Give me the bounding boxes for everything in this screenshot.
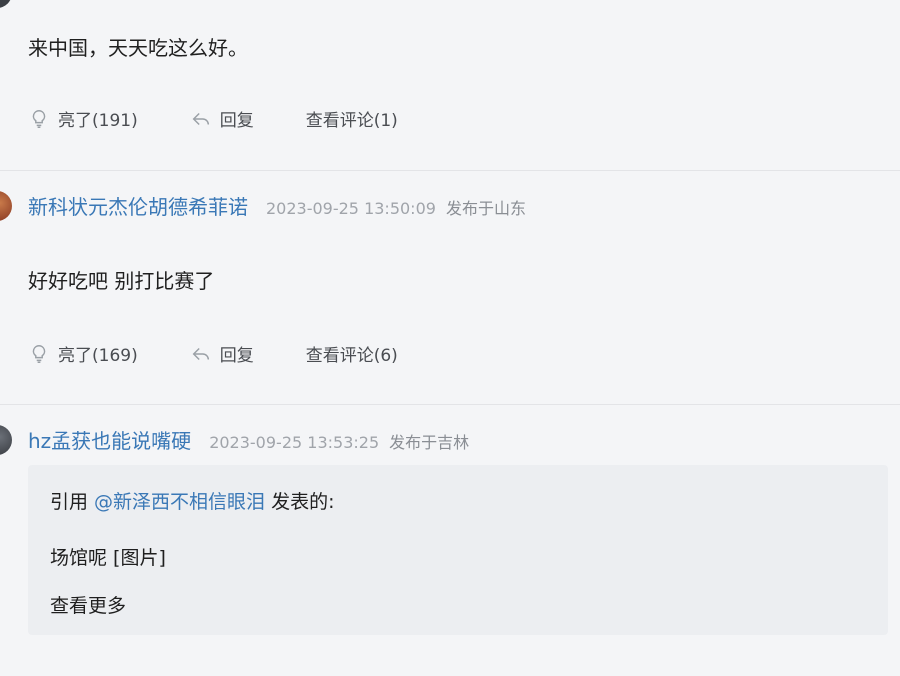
quote-suffix: 发表的: (265, 491, 335, 513)
comment-post-3: hz孟获也能说嘴硬 2023-09-25 13:53:25 发布于吉林 引用 @新… (0, 405, 900, 676)
like-label: 亮了(169) (58, 346, 138, 366)
post-meta: 2023-09-25 13:53:25 发布于吉林 (209, 429, 469, 453)
lightbulb-icon (32, 109, 46, 128)
quote-block: 引用 @新泽西不相信眼泪 发表的: 场馆呢 [图片] 查看更多 (28, 465, 888, 635)
username-link[interactable]: hz孟获也能说嘴硬 (28, 425, 191, 454)
username-link[interactable]: 新科状元杰伦胡德希菲诺 (28, 191, 248, 220)
like-button[interactable]: 亮了(191) (28, 106, 138, 131)
view-more-link[interactable]: 查看更多 (50, 591, 126, 618)
quote-prefix: 引用 (50, 491, 95, 513)
user-line: 新科状元杰伦胡德希菲诺 2023-09-25 13:50:09 发布于山东 (28, 191, 526, 220)
timestamp: 2023-09-25 13:53:25 (209, 433, 380, 452)
reply-label: 回复 (219, 111, 254, 131)
reply-arrow-icon (192, 347, 209, 360)
location: 发布于山东 (445, 199, 526, 218)
view-comments-label: 查看评论(6) (305, 346, 398, 366)
quote-content: 场馆呢 [图片] (50, 547, 166, 569)
reply-button[interactable]: 回复 (190, 106, 254, 131)
avatar[interactable] (0, 0, 12, 8)
view-comments-link[interactable]: 查看评论(1) (306, 106, 398, 131)
post-meta: 2023-09-25 13:50:09 发布于山东 (266, 195, 526, 219)
view-comments-label: 查看评论(1) (305, 111, 398, 131)
lightbulb-icon (32, 344, 46, 363)
reply-arrow-icon (192, 112, 209, 125)
reply-label: 回复 (219, 346, 254, 366)
reply-button[interactable]: 回复 (190, 341, 254, 366)
comment-post-2: 新科状元杰伦胡德希菲诺 2023-09-25 13:50:09 发布于山东 好好吃… (0, 171, 900, 404)
user-line: hz孟获也能说嘴硬 2023-09-25 13:53:25 发布于吉林 (28, 425, 469, 454)
like-button[interactable]: 亮了(169) (28, 341, 138, 366)
comment-post-1: 来中国，天天吃这么好。 亮了(191) 回复 查看评论(1) (0, 0, 900, 170)
location: 发布于吉林 (389, 433, 470, 452)
timestamp: 2023-09-25 13:50:09 (266, 199, 436, 218)
comment-content: 好好吃吧 别打比赛了 (28, 269, 215, 293)
quoted-user-link[interactable]: @新泽西不相信眼泪 (94, 491, 265, 513)
comment-content: 来中国，天天吃这么好。 (28, 36, 248, 60)
view-comments-link[interactable]: 查看评论(6) (306, 341, 398, 366)
avatar[interactable] (0, 191, 12, 221)
comment-actions: 亮了(169) 回复 查看评论(6) (28, 341, 398, 366)
like-label: 亮了(191) (58, 111, 138, 131)
avatar[interactable] (0, 425, 12, 455)
quote-header: 引用 @新泽西不相信眼泪 发表的: (50, 487, 335, 514)
comment-actions: 亮了(191) 回复 查看评论(1) (28, 106, 398, 131)
